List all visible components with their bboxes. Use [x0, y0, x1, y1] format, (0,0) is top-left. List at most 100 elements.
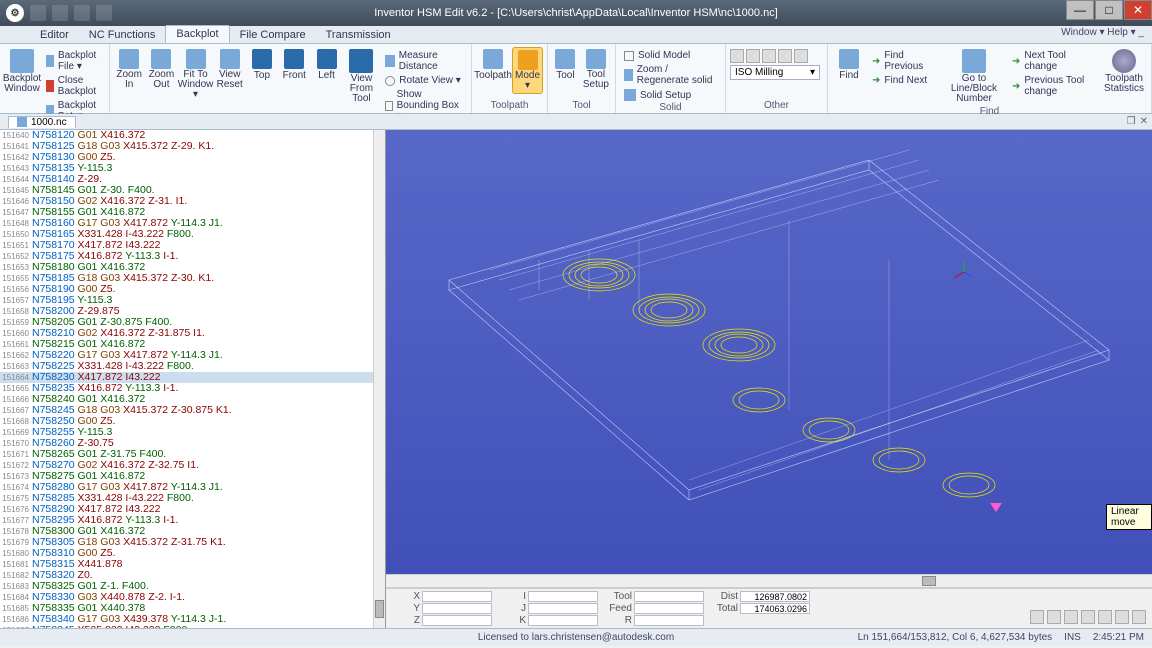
other-icon[interactable]	[746, 49, 760, 63]
play-stop-button[interactable]	[1132, 610, 1146, 624]
tab-nc-functions[interactable]: NC Functions	[79, 27, 166, 43]
machine-combo[interactable]: ISO Milling▾	[730, 65, 820, 80]
group-tool: Tool Tool Setup Tool	[548, 44, 616, 113]
insert-mode: INS	[1064, 632, 1081, 643]
tool-setup-button[interactable]: Tool Setup	[581, 47, 611, 92]
find-next-button[interactable]: ➜Find Next	[868, 74, 940, 87]
ribbon: Backplot Window Backplot File ▾ Close Ba…	[0, 44, 1152, 114]
close-button[interactable]: ✕	[1124, 0, 1152, 20]
close-backplot-button[interactable]: Close Backplot	[42, 74, 105, 98]
play-start-button[interactable]	[1030, 610, 1044, 624]
timeline-scrollbar[interactable]	[386, 574, 1152, 588]
chevron-down-icon: ▾	[810, 67, 815, 78]
ribbon-tabs: Editor NC Functions Backplot File Compar…	[0, 26, 1152, 44]
value-i	[528, 591, 598, 602]
arrow-down-icon: ➜	[872, 75, 880, 86]
view-front-button[interactable]: Front	[279, 47, 309, 83]
value-tool	[634, 591, 704, 602]
quick-access-toolbar	[30, 5, 112, 21]
toolpath-icon	[483, 49, 503, 69]
zoom-in-button[interactable]: Zoom In	[114, 47, 144, 92]
tab-transmission[interactable]: Transmission	[316, 27, 401, 43]
menu-right[interactable]: Window ▾ Help ▾ _	[1061, 27, 1144, 38]
tab-file-compare[interactable]: File Compare	[230, 27, 316, 43]
label-k: K	[498, 615, 526, 626]
group-find: Find ➜Find Previous ➜Find Next Go to Lin…	[828, 44, 1152, 113]
rotate-view-button[interactable]: Rotate View ▾	[381, 74, 467, 87]
other-icon[interactable]	[762, 49, 776, 63]
goto-icon	[962, 49, 986, 73]
group-label: Tool	[552, 100, 611, 113]
measure-distance-button[interactable]: Measure Distance	[381, 49, 467, 73]
qat-button[interactable]	[30, 5, 46, 21]
fit-icon	[186, 49, 206, 69]
solid-setup-button[interactable]: Solid Setup	[620, 88, 721, 102]
label-j: J	[498, 603, 526, 614]
license-text: Licensed to lars.christensen@autodesk.co…	[478, 632, 674, 643]
gcode-editor[interactable]: 151640N758120 G01 X416.372151641N758125 …	[0, 130, 386, 628]
work-area: 151640N758120 G01 X416.372151641N758125 …	[0, 130, 1152, 628]
tab-editor[interactable]: Editor	[30, 27, 79, 43]
measure-icon	[385, 55, 395, 67]
radio-icon	[385, 76, 395, 86]
other-icon[interactable]	[794, 49, 808, 63]
solid-model-button[interactable]: Solid Model	[620, 49, 721, 62]
solid-regen-button[interactable]: Zoom / Regenerate solid	[620, 63, 721, 87]
play-pause-button[interactable]	[1064, 610, 1078, 624]
file-icon	[17, 117, 27, 127]
viewport-tooltip: Linear move	[1106, 504, 1152, 530]
play-end-button[interactable]	[1098, 610, 1112, 624]
next-tool-change-button[interactable]: ➜Next Tool change	[1008, 49, 1100, 73]
label-y: Y	[392, 603, 420, 614]
prev-tool-change-button[interactable]: ➜Previous Tool change	[1008, 74, 1100, 98]
group-toolpath: Toolpath Mode ▾ Toolpath	[472, 44, 548, 113]
fit-window-button[interactable]: Fit To Window ▾	[179, 47, 213, 102]
tab-backplot[interactable]: Backplot	[165, 25, 229, 43]
scrollbar-thumb[interactable]	[922, 576, 936, 586]
play-loop-button[interactable]	[1115, 610, 1129, 624]
find-button[interactable]: Find	[832, 47, 866, 83]
mode-icon	[518, 50, 538, 70]
toolpath-stats-button[interactable]: Toolpath Statistics	[1102, 47, 1146, 96]
view-left-button[interactable]: Left	[311, 47, 341, 83]
qat-button[interactable]	[96, 5, 112, 21]
find-previous-button[interactable]: ➜Find Previous	[868, 49, 940, 73]
mode-button[interactable]: Mode ▾	[512, 47, 543, 94]
view-reset-button[interactable]: View Reset	[215, 47, 245, 92]
value-feed	[634, 603, 704, 614]
play-back-button[interactable]	[1047, 610, 1061, 624]
backplot-file-button[interactable]: Backplot File ▾	[42, 49, 105, 73]
maximize-button[interactable]: □	[1095, 0, 1123, 20]
group-file: Backplot Window Backplot File ▾ Close Ba…	[0, 44, 110, 113]
qat-button[interactable]	[74, 5, 90, 21]
toolpath-button[interactable]: Toolpath	[476, 47, 510, 83]
restore-icon[interactable]: ❐	[1127, 116, 1136, 127]
tool-button[interactable]: Tool	[552, 47, 579, 83]
scrollbar-thumb[interactable]	[375, 600, 384, 618]
label-dist: Dist	[710, 591, 738, 602]
view-from-tool-button[interactable]: View From Tool	[344, 47, 380, 106]
vertical-scrollbar[interactable]	[373, 130, 385, 628]
group-solid: Solid Model Zoom / Regenerate solid Soli…	[616, 44, 726, 113]
close-icon[interactable]: ✕	[1140, 116, 1148, 127]
zoom-out-button[interactable]: Zoom Out	[146, 47, 176, 92]
backplot-window-button[interactable]: Backplot Window	[4, 47, 40, 96]
checkbox-icon	[385, 101, 392, 111]
3d-viewport[interactable]: Linear move	[386, 130, 1152, 574]
value-dist: 126987.0802	[740, 591, 810, 602]
backplot-window-icon	[10, 49, 34, 73]
view-top-button[interactable]: Top	[247, 47, 277, 83]
qat-button[interactable]	[52, 5, 68, 21]
zoom-out-icon	[151, 49, 171, 69]
document-tab[interactable]: 1000.nc	[8, 116, 76, 128]
group-label: Toolpath	[476, 100, 543, 113]
other-icon[interactable]	[730, 49, 744, 63]
other-icon[interactable]	[778, 49, 792, 63]
minimize-button[interactable]: —	[1066, 0, 1094, 20]
window-title: Inventor HSM Edit v6.2 - [C:\Users\chris…	[374, 7, 778, 19]
value-y	[422, 603, 492, 614]
setup-icon	[624, 89, 636, 101]
goto-line-button[interactable]: Go to Line/Block Number	[942, 47, 1006, 106]
arrow-icon: ➜	[1012, 81, 1020, 92]
play-fwd-button[interactable]	[1081, 610, 1095, 624]
